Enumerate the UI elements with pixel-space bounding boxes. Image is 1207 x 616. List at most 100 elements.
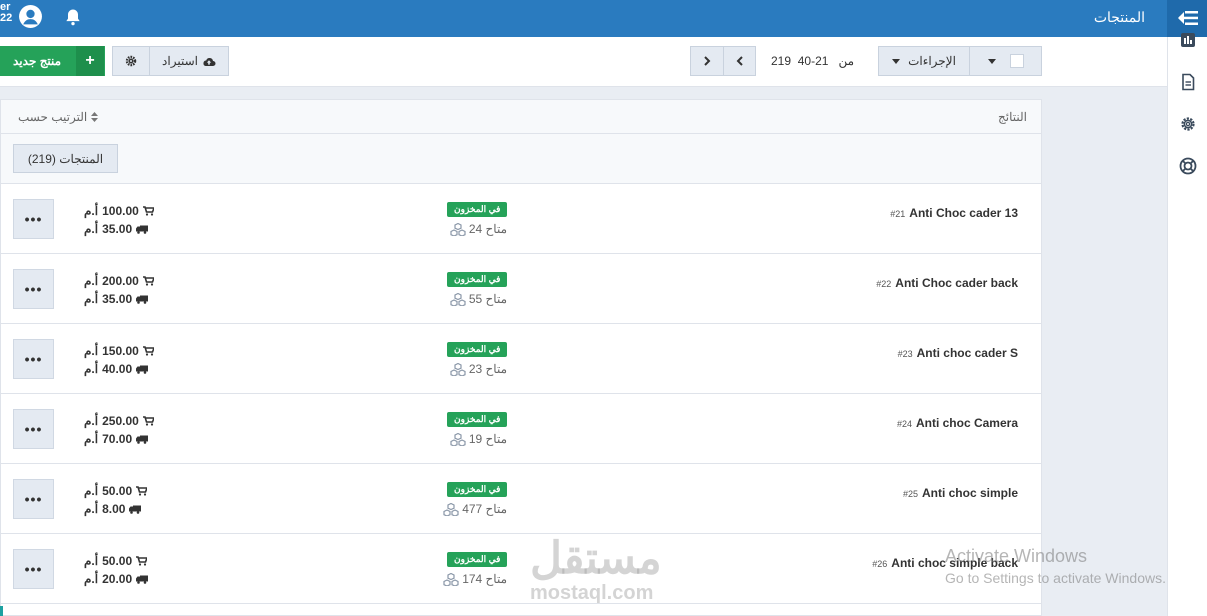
import-label: استيراد: [162, 54, 198, 68]
cubes-icon: [450, 292, 466, 306]
menu-toggle-icon: [1178, 11, 1198, 25]
product-list: ••• أ.م 100.00 أ.م 35.00 في المخزون 24 م…: [1, 184, 1041, 604]
product-row[interactable]: ••• أ.م 100.00 أ.م 35.00 في المخزون 24 م…: [1, 184, 1041, 254]
products-count-chip[interactable]: المنتجات (219): [13, 144, 118, 173]
cart-icon: [142, 206, 154, 216]
product-title: Anti Choc cader 13: [909, 206, 1018, 220]
product-title: Anti choc Camera: [915, 416, 1018, 430]
price: أ.م 200.00: [84, 274, 154, 288]
product-name[interactable]: #24 Anti choc Camera: [897, 416, 1018, 430]
pagination-total: 219: [771, 54, 792, 68]
cloud-upload-icon: [203, 57, 216, 66]
product-id: #26: [872, 559, 888, 569]
availability: 174 متاح: [1, 572, 507, 586]
cart-icon: [136, 556, 148, 566]
currency: أ.م: [84, 554, 99, 568]
filter-bar: المنتجات (219): [1, 134, 1041, 184]
watermark-logo: مستقل: [530, 534, 662, 583]
product-row[interactable]: ••• أ.م 50.00 أ.م 20.00 في المخزون 174 م…: [1, 534, 1041, 604]
stock-status-badge: في المخزون: [447, 272, 508, 287]
stock-status-badge: في المخزون: [447, 552, 508, 567]
settings-button[interactable]: [112, 46, 150, 76]
windows-activation-notice: Activate Windows Go to Settings to activ…: [945, 546, 1166, 586]
product-id: #25: [902, 489, 918, 499]
price-value: 50.00: [102, 484, 133, 498]
top-bar: er 22 المنتجات: [0, 0, 1207, 37]
new-product-label: منتج جديد: [13, 54, 62, 68]
lifebuoy-icon[interactable]: [1179, 157, 1197, 175]
product-id: #21: [890, 209, 906, 219]
cubes-icon: [443, 502, 459, 516]
product-id: #23: [897, 349, 913, 359]
caret-down-icon: [987, 58, 996, 64]
availability-text: 19 متاح: [468, 432, 507, 446]
availability-text: 174 متاح: [462, 572, 507, 586]
product-name[interactable]: #21 Anti Choc cader 13: [890, 206, 1018, 220]
user-sub: 22: [0, 12, 13, 24]
product-row[interactable]: ••• أ.م 250.00 أ.م 70.00 في المخزون 19 م…: [1, 394, 1041, 464]
pagination-current: 21-40: [797, 54, 829, 68]
pagination-of: من: [838, 54, 854, 68]
bell-icon[interactable]: [63, 7, 83, 27]
sort-icon: [90, 112, 98, 122]
availability: 19 متاح: [1, 432, 507, 446]
new-product-button[interactable]: منتج جديد +: [0, 46, 105, 76]
price: أ.م 50.00: [84, 554, 148, 568]
previous-page-button[interactable]: [723, 46, 756, 76]
availability: 23 متاح: [1, 362, 507, 376]
price-value: 250.00: [102, 414, 139, 428]
gear-icon[interactable]: [1179, 115, 1197, 133]
product-name[interactable]: #25 Anti choc simple: [903, 486, 1018, 500]
page-title: المنتجات: [1093, 9, 1145, 25]
price: أ.م 100.00: [84, 204, 154, 218]
user-info[interactable]: er 22: [0, 2, 12, 24]
cubes-icon: [450, 432, 466, 446]
actions-dropdown[interactable]: الإجراءات: [878, 46, 970, 76]
product-title: Anti Choc cader back: [895, 276, 1018, 290]
availability: 477 متاح: [1, 502, 507, 516]
panel-header: النتائج الترتيب حسب: [1, 100, 1041, 134]
user-avatar-icon[interactable]: [18, 4, 43, 29]
results-label: النتائج: [998, 110, 1027, 124]
product-name[interactable]: #23 Anti choc cader S: [898, 346, 1018, 360]
cart-icon: [142, 276, 154, 286]
availability: 24 متاح: [1, 222, 507, 236]
select-all-dropdown[interactable]: [969, 46, 1042, 76]
sort-by-button[interactable]: الترتيب حسب: [18, 110, 98, 124]
cart-icon: [142, 416, 154, 426]
currency: أ.م: [84, 344, 99, 358]
sort-by-label: الترتيب حسب: [18, 110, 88, 124]
price-value: 150.00: [102, 344, 139, 358]
stock-status-badge: في المخزون: [447, 482, 508, 497]
currency: أ.م: [84, 204, 99, 218]
chevron-left-icon: [736, 56, 743, 66]
products-panel: النتائج الترتيب حسب المنتجات (219) ••• أ…: [0, 99, 1042, 616]
import-button[interactable]: استيراد: [149, 46, 229, 76]
cubes-icon: [443, 572, 459, 586]
stock-status-badge: في المخزون: [447, 412, 508, 427]
price-value: 100.00: [102, 204, 139, 218]
bar-chart-icon[interactable]: [1179, 31, 1197, 49]
currency: أ.م: [84, 484, 99, 498]
availability-text: 55 متاح: [468, 292, 507, 306]
toolbar: منتج جديد + استيراد 219 من 21-40 الإجراء…: [0, 37, 1167, 87]
product-row[interactable]: ••• أ.م 50.00 أ.م 8.00 في المخزون 477 مت…: [1, 464, 1041, 534]
product-row[interactable]: ••• أ.م 150.00 أ.م 40.00 في المخزون 23 م…: [1, 324, 1041, 394]
activation-title: Activate Windows: [945, 546, 1088, 566]
cubes-icon: [450, 222, 466, 236]
caret-down-icon: [892, 58, 901, 64]
price-value: 200.00: [102, 274, 139, 288]
side-rail: [1167, 33, 1207, 616]
watermark-url: mostaql.com: [530, 582, 654, 604]
cubes-icon: [450, 362, 466, 376]
price: أ.م 150.00: [84, 344, 154, 358]
actions-label: الإجراءات: [908, 54, 956, 68]
product-row[interactable]: ••• أ.م 200.00 أ.م 35.00 في المخزون 55 م…: [1, 254, 1041, 324]
document-icon[interactable]: [1179, 73, 1197, 91]
price: أ.م 250.00: [84, 414, 154, 428]
availability-text: 477 متاح: [462, 502, 507, 516]
scroll-edge: [0, 606, 3, 616]
product-name[interactable]: #22 Anti Choc cader back: [876, 276, 1018, 290]
next-page-button[interactable]: [690, 46, 724, 76]
select-all-checkbox[interactable]: [1009, 54, 1024, 68]
